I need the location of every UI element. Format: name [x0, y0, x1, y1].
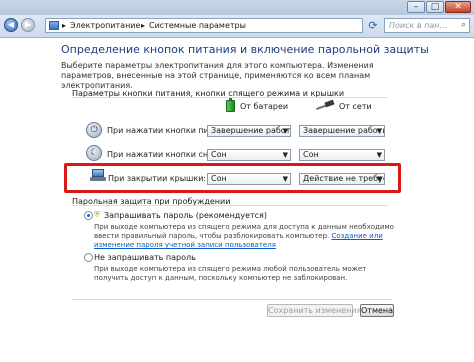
- select-value: Завершение работы: [211, 126, 291, 135]
- no-password-radio[interactable]: [84, 253, 93, 262]
- require-password-radio[interactable]: [84, 211, 93, 220]
- page-description: Выберите параметры электропитания для эт…: [61, 61, 374, 90]
- breadcrumb-separator: ▸: [141, 21, 146, 30]
- lid-close-ac-select[interactable]: Действие не требуется▼: [299, 173, 385, 185]
- breadcrumb-system-settings[interactable]: Системные параметры: [149, 21, 246, 30]
- divider: [72, 205, 388, 206]
- sleep-moon-icon: ☾: [86, 145, 102, 161]
- refresh-icon: ⟳: [368, 19, 378, 32]
- forward-button[interactable]: ▶: [21, 18, 35, 32]
- select-value: Сон: [303, 150, 319, 159]
- chevron-down-icon: ▼: [282, 127, 288, 135]
- column-header-battery: От батареи: [240, 102, 289, 111]
- magnifier-icon: ⌕: [460, 20, 466, 30]
- maximize-button[interactable]: □: [426, 1, 444, 13]
- row-label-sleep: При нажатии кнопки сна:: [107, 150, 216, 159]
- no-password-label[interactable]: Не запрашивать пароль: [94, 253, 196, 262]
- battery-icon: [226, 98, 235, 112]
- uac-shield-icon: ⛨: [94, 210, 100, 219]
- cancel-button[interactable]: Отмена: [360, 304, 394, 317]
- arrow-right-icon: ▶: [24, 20, 32, 29]
- breadcrumb-separator: ▸: [62, 21, 67, 30]
- chevron-down-icon: ▼: [376, 175, 382, 183]
- chevron-down-icon: ▼: [282, 151, 288, 159]
- navigation-bar: ◀ ▶ ▸ Электропитание ▸ Системные парамет…: [0, 15, 474, 38]
- select-value: Сон: [211, 150, 227, 159]
- divider: [72, 299, 392, 300]
- sleep-button-ac-select[interactable]: Сон ▼: [299, 149, 385, 161]
- window-titlebar: – □ ✕: [0, 0, 474, 15]
- lid-close-battery-select[interactable]: Сон ▼: [207, 173, 291, 185]
- column-header-ac: От сети: [339, 102, 372, 111]
- sleep-button-battery-select[interactable]: Сон ▼: [207, 149, 291, 161]
- search-input[interactable]: Поиск в пан… ⌕: [384, 18, 470, 33]
- chevron-down-icon: ▼: [376, 151, 382, 159]
- back-button[interactable]: ◀: [4, 18, 18, 32]
- arrow-left-icon: ◀: [7, 20, 15, 29]
- address-bar[interactable]: ▸ Электропитание ▸ Системные параметры: [45, 18, 363, 33]
- power-button-icon: ⏻: [86, 122, 102, 138]
- search-placeholder: Поиск в пан…: [389, 21, 448, 30]
- power-button-ac-select[interactable]: Завершение работы ▼: [299, 125, 385, 137]
- require-password-description: При выходе компьютера из спящего режима …: [94, 223, 394, 250]
- minimize-button[interactable]: –: [407, 1, 425, 13]
- require-password-label[interactable]: Запрашивать пароль (рекомендуется): [104, 211, 267, 220]
- breadcrumb-power[interactable]: Электропитание: [70, 21, 140, 30]
- control-panel-icon: [49, 21, 59, 30]
- power-button-battery-select[interactable]: Завершение работы ▼: [207, 125, 291, 137]
- row-label-lid: При закрытии крышки:: [108, 174, 207, 183]
- chevron-down-icon: ▼: [376, 127, 382, 135]
- select-value: Сон: [211, 174, 227, 183]
- close-button[interactable]: ✕: [445, 1, 471, 13]
- no-password-description: При выходе компьютера из спящего режима …: [94, 265, 367, 282]
- select-value: Завершение работы: [303, 126, 385, 135]
- page-title: Определение кнопок питания и включение п…: [61, 43, 429, 56]
- chevron-down-icon: ▼: [282, 175, 288, 183]
- refresh-button[interactable]: ⟳: [366, 19, 380, 33]
- select-value: Действие не требуется: [303, 174, 384, 183]
- laptop-lid-icon: [90, 169, 106, 183]
- power-plug-icon: [316, 99, 335, 110]
- save-changes-button[interactable]: Сохранить изменения: [267, 304, 361, 317]
